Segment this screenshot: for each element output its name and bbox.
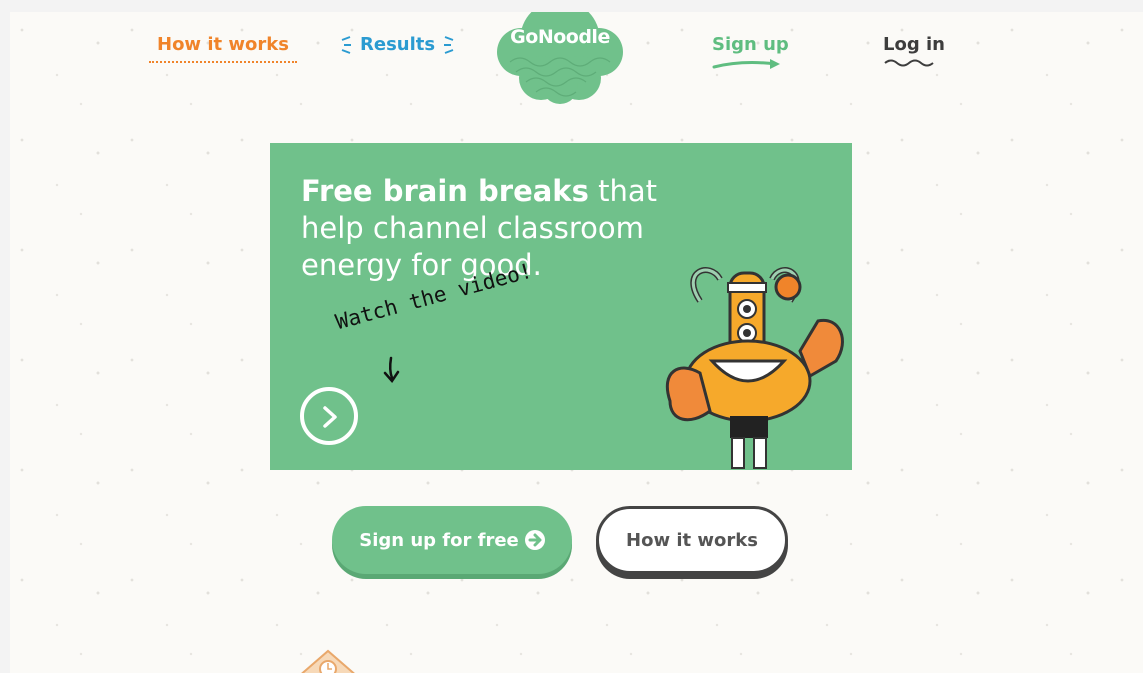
- hero-banner: Free brain breaks that help channel clas…: [270, 143, 852, 470]
- sign-up-free-button[interactable]: Sign up for free: [332, 506, 572, 574]
- page: How it works Results GoNoodle Sign up Lo…: [10, 12, 1143, 673]
- nav-how-it-works-label: How it works: [157, 34, 289, 55]
- gonoodle-logo[interactable]: GoNoodle: [496, 12, 624, 106]
- dotted-underline: [149, 61, 297, 63]
- house-clock-icon: [301, 649, 355, 673]
- nav-results-label: Results: [360, 34, 436, 55]
- nav-sign-up-label: Sign up: [712, 34, 789, 55]
- nav-how-it-works[interactable]: How it works: [149, 34, 297, 63]
- arrow-right-circle-icon: [524, 530, 545, 550]
- how-it-works-button[interactable]: How it works: [596, 506, 788, 574]
- nav-sign-up[interactable]: Sign up: [712, 34, 789, 69]
- nav-results[interactable]: Results: [341, 34, 454, 55]
- how-it-works-label: How it works: [626, 529, 758, 551]
- play-video-button[interactable]: [300, 387, 358, 445]
- swoosh-arrow-icon: [712, 59, 780, 69]
- squiggle-underline: [884, 59, 934, 67]
- logo-text: GoNoodle: [510, 26, 610, 48]
- arrow-down-icon: [383, 356, 400, 384]
- results-decoration-right: [444, 36, 454, 54]
- hero-headline-bold: Free brain breaks: [301, 174, 589, 208]
- play-circle-icon: [323, 406, 337, 428]
- results-decoration-left: [341, 36, 351, 54]
- monster-illustration: [665, 267, 844, 469]
- sign-up-free-label: Sign up for free: [359, 529, 519, 551]
- nav-log-in-label: Log in: [883, 34, 945, 55]
- nav-log-in[interactable]: Log in: [883, 34, 945, 67]
